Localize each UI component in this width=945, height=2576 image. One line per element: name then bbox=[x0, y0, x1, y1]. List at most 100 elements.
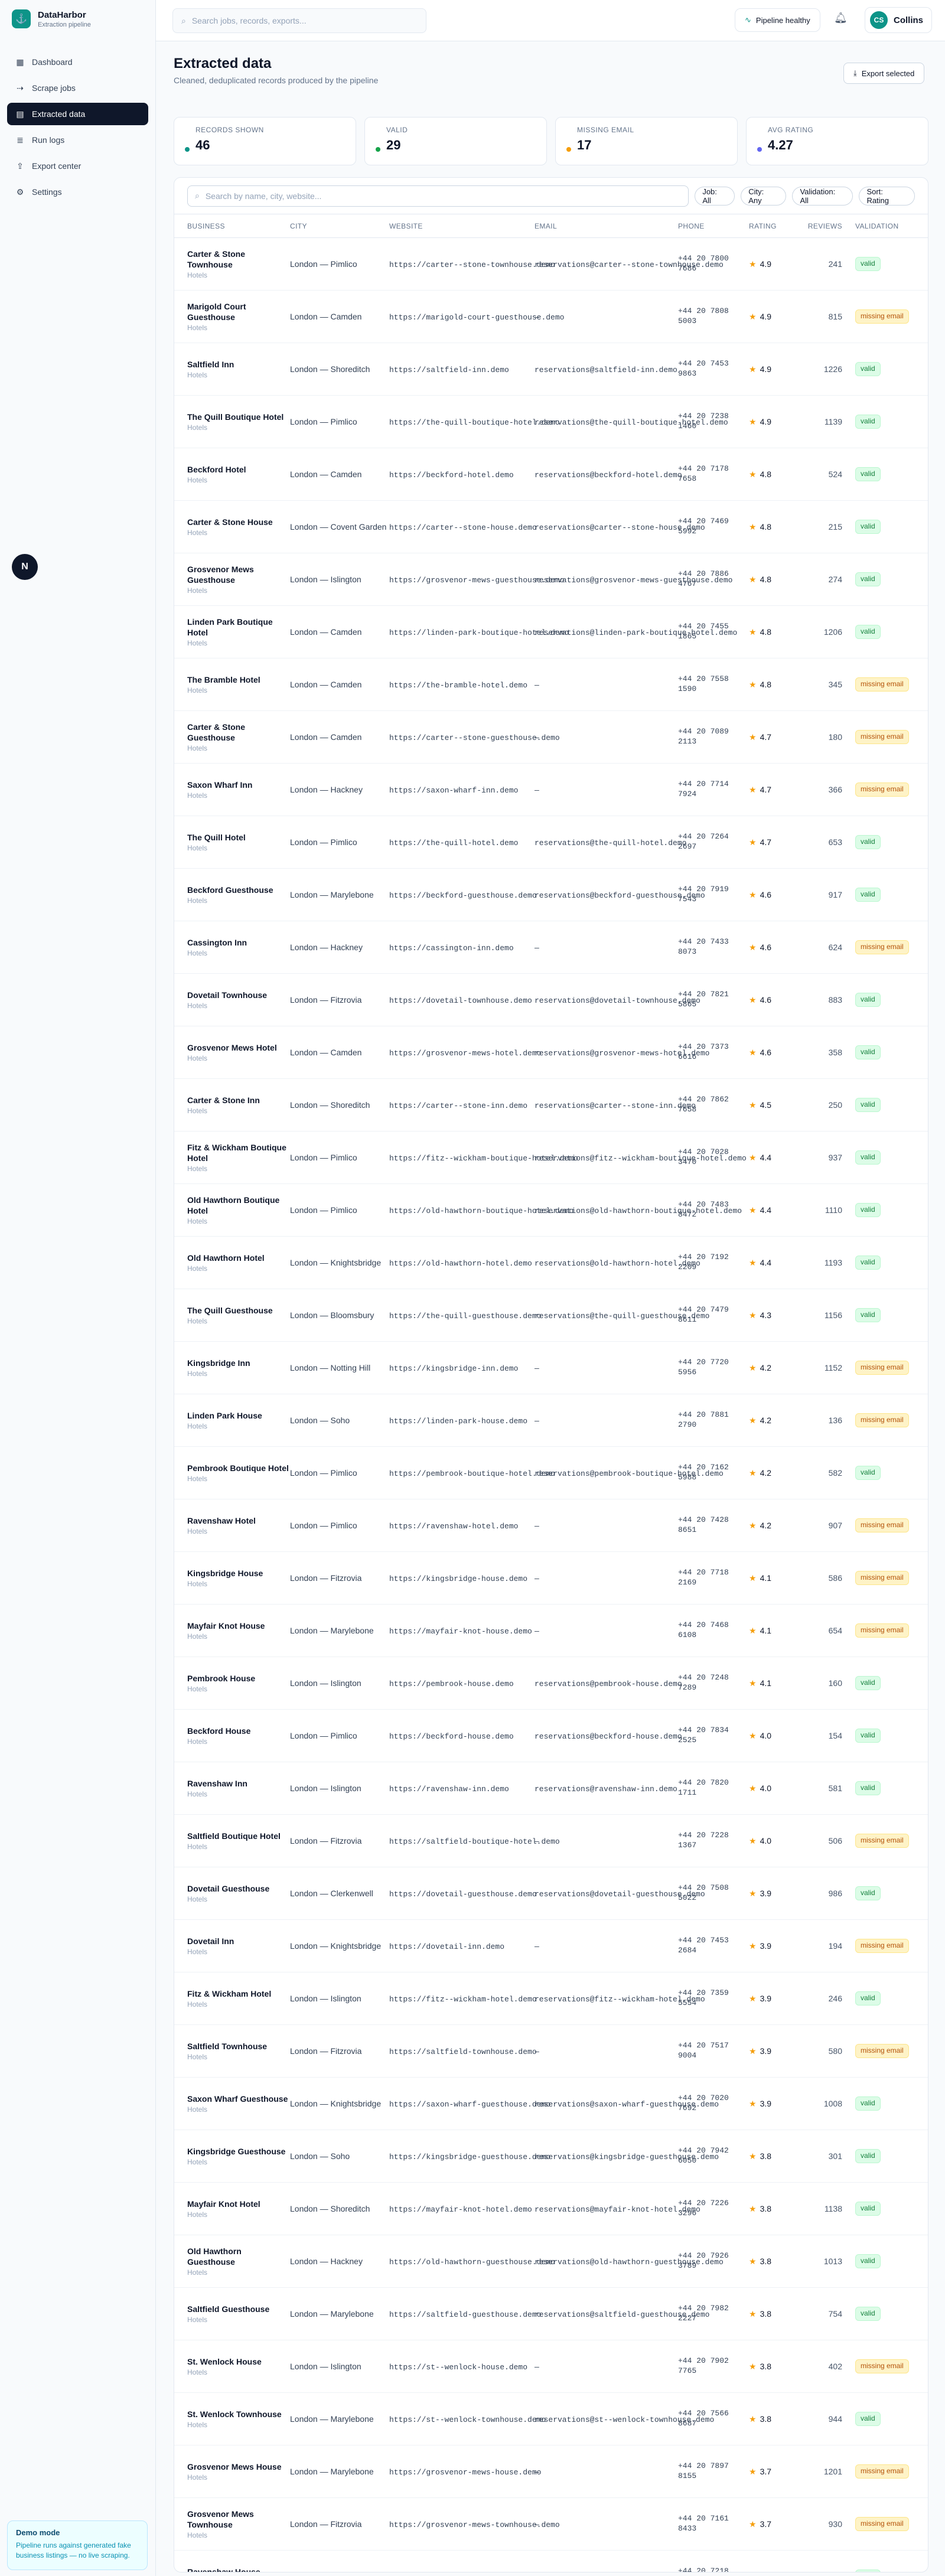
business-name[interactable]: Old Hawthorn Guesthouse bbox=[187, 2246, 290, 2267]
table-row[interactable]: Saltfield Guesthouse Hotels London — Maryl… bbox=[174, 2288, 928, 2340]
table-row[interactable]: Linden Park House Hotels London — Soho http… bbox=[174, 1394, 928, 1447]
sidebar-item-export-center[interactable]: ⇪ Export center bbox=[7, 155, 148, 177]
table-row[interactable]: Ravenshaw Hotel Hotels London — Pimlico htt… bbox=[174, 1499, 928, 1552]
table-row[interactable]: Old Hawthorn Hotel Hotels London — Knights… bbox=[174, 1237, 928, 1289]
table-row[interactable]: The Bramble Hotel Hotels London — Camden ht… bbox=[174, 658, 928, 711]
pipeline-health-badge[interactable]: ∿ Pipeline healthy bbox=[735, 8, 820, 32]
business-name[interactable]: Linden Park House bbox=[187, 1410, 290, 1421]
website-link[interactable]: https://the-bramble-hotel.demo bbox=[389, 681, 527, 690]
table-row[interactable]: Mayfair Knot House Hotels London — Maryleb… bbox=[174, 1605, 928, 1657]
website-link[interactable]: https://dovetail-townhouse.demo bbox=[389, 996, 532, 1005]
sidebar-item-scrape-jobs[interactable]: ⇢ Scrape jobs bbox=[7, 77, 148, 99]
table-row[interactable]: Linden Park Boutique Hotel Hotels London —… bbox=[174, 606, 928, 658]
website-link[interactable]: https://mayfair-knot-hotel.demo bbox=[389, 2205, 532, 2214]
table-row[interactable]: The Quill Boutique Hotel Hotels London — P… bbox=[174, 396, 928, 448]
business-name[interactable]: Kingsbridge Inn bbox=[187, 1358, 290, 1368]
business-name[interactable]: The Quill Boutique Hotel bbox=[187, 412, 290, 422]
table-row[interactable]: Dovetail Guesthouse Hotels London — Clerke… bbox=[174, 1867, 928, 1920]
table-row[interactable]: Old Hawthorn Boutique Hotel Hotels London … bbox=[174, 1184, 928, 1237]
table-row[interactable]: Dovetail Inn Hotels London — Knightsbridge… bbox=[174, 1920, 928, 1972]
website-link[interactable]: https://kingsbridge-house.demo bbox=[389, 1574, 527, 1583]
email-value[interactable]: reservations@beckford-house.demo bbox=[535, 1732, 682, 1741]
website-link[interactable]: https://carter--stone-inn.demo bbox=[389, 1101, 527, 1110]
table-row[interactable]: Mayfair Knot Hotel Hotels London — Shoredi… bbox=[174, 2183, 928, 2235]
table-row[interactable]: Marigold Court Guesthouse Hotels London — … bbox=[174, 291, 928, 343]
records-search-input[interactable]: ⌕ Search by name, city, website... bbox=[187, 185, 689, 207]
filter-chip[interactable]: Job: All bbox=[695, 186, 735, 206]
website-link[interactable]: https://mayfair-knot-house.demo bbox=[389, 1627, 532, 1636]
business-name[interactable]: Dovetail Inn bbox=[187, 1936, 290, 1946]
website-link[interactable]: https://cassington-inn.demo bbox=[389, 944, 514, 953]
business-name[interactable]: Grosvenor Mews House bbox=[187, 2461, 290, 2472]
column-header-reviews[interactable]: Reviews bbox=[799, 222, 842, 230]
table-row[interactable]: Carter & Stone House Hotels London — Coven… bbox=[174, 501, 928, 553]
business-name[interactable]: Old Hawthorn Hotel bbox=[187, 1253, 290, 1263]
table-row[interactable]: Saltfield Boutique Hotel Hotels London — F… bbox=[174, 1815, 928, 1867]
website-link[interactable]: https://saltfield-inn.demo bbox=[389, 366, 509, 374]
website-link[interactable]: https://st--wenlock-townhouse.demo bbox=[389, 2415, 546, 2424]
business-name[interactable]: Carter & Stone Inn bbox=[187, 1095, 290, 1106]
table-row[interactable]: Fitz & Wickham Hotel Hotels London — Islin… bbox=[174, 1972, 928, 2025]
table-row[interactable]: Saxon Wharf Inn Hotels London — Hackney htt… bbox=[174, 764, 928, 816]
table-row[interactable]: Carter & Stone Guesthouse Hotels London — … bbox=[174, 711, 928, 764]
user-menu[interactable]: CS Collins bbox=[865, 7, 933, 33]
business-name[interactable]: Mayfair Knot Hotel bbox=[187, 2199, 290, 2209]
export-selected-button[interactable]: ⤓ Export selected bbox=[843, 63, 925, 84]
website-link[interactable]: https://old-hawthorn-guesthouse.demo bbox=[389, 2258, 555, 2267]
email-value[interactable]: reservations@the-quill-hotel.demo bbox=[535, 839, 686, 847]
website-link[interactable]: https://saxon-wharf-inn.demo bbox=[389, 786, 518, 795]
business-name[interactable]: Grosvenor Mews Townhouse bbox=[187, 2509, 290, 2530]
table-row[interactable]: Fitz & Wickham Boutique Hotel Hotels Londo… bbox=[174, 1132, 928, 1184]
table-row[interactable]: Saltfield Townhouse Hotels London — Fitzro… bbox=[174, 2025, 928, 2078]
table-row[interactable]: Grosvenor Mews Guesthouse Hotels London — … bbox=[174, 553, 928, 606]
business-name[interactable]: Dovetail Townhouse bbox=[187, 990, 290, 1000]
table-row[interactable]: Pembrook House Hotels London — Islington ht… bbox=[174, 1657, 928, 1710]
email-value[interactable]: reservations@mayfair-knot-hotel.demo bbox=[535, 2205, 700, 2214]
table-row[interactable]: St. Wenlock House Hotels London — Islingto… bbox=[174, 2340, 928, 2393]
email-value[interactable]: reservations@ravenshaw-inn.demo bbox=[535, 1785, 677, 1794]
website-link[interactable]: https://kingsbridge-guesthouse.demo bbox=[389, 2153, 550, 2161]
table-row[interactable]: Carter & Stone Townhouse Hotels London — P… bbox=[174, 238, 928, 291]
website-link[interactable]: https://saltfield-guesthouse.demo bbox=[389, 2310, 541, 2319]
website-link[interactable]: https://ravenshaw-hotel.demo bbox=[389, 1522, 518, 1531]
business-name[interactable]: Linden Park Boutique Hotel bbox=[187, 617, 290, 638]
business-name[interactable]: Saltfield Inn bbox=[187, 359, 290, 370]
business-name[interactable]: Saltfield Guesthouse bbox=[187, 2304, 290, 2314]
website-link[interactable]: https://linden-park-house.demo bbox=[389, 1417, 527, 1426]
business-name[interactable]: Ravenshaw Hotel bbox=[187, 1515, 290, 1526]
business-name[interactable]: Beckford House bbox=[187, 1726, 290, 1736]
website-link[interactable]: https://dovetail-guesthouse.demo bbox=[389, 1890, 537, 1899]
business-name[interactable]: Saxon Wharf Guesthouse bbox=[187, 2094, 290, 2104]
website-link[interactable]: https://the-quill-hotel.demo bbox=[389, 839, 518, 847]
email-value[interactable]: reservations@beckford-hotel.demo bbox=[535, 471, 682, 480]
table-row[interactable]: Beckford Guesthouse Hotels London — Maryle… bbox=[174, 869, 928, 921]
business-name[interactable]: St. Wenlock Townhouse bbox=[187, 2409, 290, 2420]
website-link[interactable]: https://dovetail-inn.demo bbox=[389, 1942, 504, 1951]
website-link[interactable]: https://pembrook-boutique-hotel.demo bbox=[389, 1469, 555, 1478]
website-link[interactable]: https://carter--stone-townhouse.demo bbox=[389, 260, 555, 269]
sidebar-item-dashboard[interactable]: ▦ Dashboard bbox=[7, 51, 148, 73]
email-value[interactable]: reservations@pembrook-house.demo bbox=[535, 1680, 682, 1688]
table-row[interactable]: St. Wenlock Townhouse Hotels London — Mary… bbox=[174, 2393, 928, 2445]
website-link[interactable]: https://fitz--wickham-hotel.demo bbox=[389, 1995, 537, 2004]
business-name[interactable]: Beckford Guesthouse bbox=[187, 885, 290, 895]
business-name[interactable]: Fitz & Wickham Hotel bbox=[187, 1988, 290, 1999]
business-name[interactable]: The Quill Guesthouse bbox=[187, 1305, 290, 1316]
business-name[interactable]: Grosvenor Mews Guesthouse bbox=[187, 564, 290, 585]
floating-avatar[interactable]: N bbox=[12, 554, 38, 580]
table-row[interactable]: Ravenshaw HouseHotelsLondon — Shoreditch… bbox=[174, 2551, 928, 2572]
business-name[interactable]: Kingsbridge Guesthouse bbox=[187, 2146, 290, 2157]
table-row[interactable]: Old Hawthorn Guesthouse Hotels London — Ha… bbox=[174, 2235, 928, 2288]
business-name[interactable]: Saltfield Townhouse bbox=[187, 2041, 290, 2052]
business-name[interactable]: Saltfield Boutique Hotel bbox=[187, 1831, 290, 1841]
column-header-city[interactable]: City bbox=[290, 222, 389, 230]
email-value[interactable]: reservations@dovetail-townhouse.demo bbox=[535, 996, 700, 1005]
email-value[interactable]: reservations@saltfield-inn.demo bbox=[535, 366, 677, 374]
sidebar-item-settings[interactable]: ⚙ Settings bbox=[7, 181, 148, 203]
table-row[interactable]: Saxon Wharf Guesthouse Hotels London — Kni… bbox=[174, 2078, 928, 2130]
table-row[interactable]: Grosvenor Mews Hotel Hotels London — Camde… bbox=[174, 1026, 928, 1079]
business-name[interactable]: St. Wenlock House bbox=[187, 2356, 290, 2367]
business-name[interactable]: Carter & Stone House bbox=[187, 517, 290, 527]
table-row[interactable]: Ravenshaw Inn Hotels London — Islington htt… bbox=[174, 1762, 928, 1815]
business-name[interactable]: Grosvenor Mews Hotel bbox=[187, 1042, 290, 1053]
